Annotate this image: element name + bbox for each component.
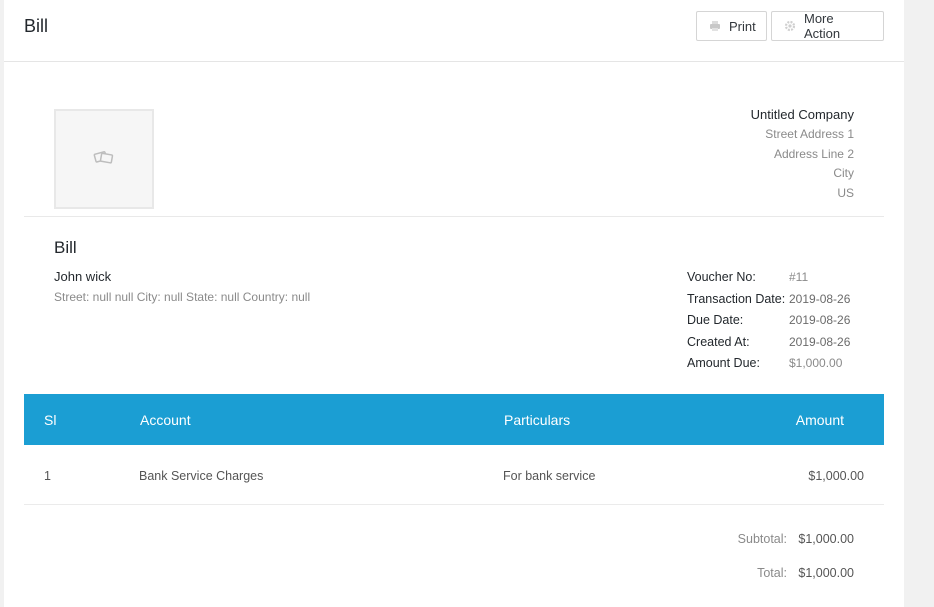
meta-label: Due Date: <box>687 313 744 328</box>
meta-label: Voucher No: <box>687 270 756 284</box>
meta-row-due-date: Due Date: 2019-08-26 <box>687 311 887 333</box>
company-name: Untitled Company <box>750 107 854 122</box>
meta-value: 2019-08-26 <box>789 291 851 306</box>
printer-icon <box>709 20 721 32</box>
total-row: Total: $1,000.00 <box>654 566 854 600</box>
company-info: Untitled Company Street Address 1 Addres… <box>751 105 854 203</box>
column-header-sl: Sl <box>44 412 57 428</box>
column-header-particulars: Particulars <box>504 412 571 428</box>
page-background <box>904 0 934 607</box>
company-country: US <box>837 185 854 200</box>
customer-name: John wick <box>54 269 112 284</box>
meta-value: #11 <box>789 270 809 284</box>
meta-row-voucher-no: Voucher No: #11 <box>687 268 887 290</box>
meta-label: Transaction Date: <box>687 291 786 306</box>
column-header-account: Account <box>140 412 191 428</box>
more-action-button-label: More Action <box>804 11 841 41</box>
more-action-button[interactable]: More Action <box>771 11 884 41</box>
company-city: City <box>833 166 854 180</box>
subtotal-label: Subtotal: <box>737 532 787 546</box>
meta-value: 2019-08-26 <box>789 313 851 328</box>
meta-row-created-at: Created At: 2019-08-26 <box>687 333 887 355</box>
page-title: Bill <box>24 16 49 36</box>
company-street: Street Address 1 <box>765 127 854 141</box>
customer-address: Street: null null City: null State: null… <box>54 290 311 304</box>
meta-value: $1,000.00 <box>789 356 843 371</box>
company-logo-placeholder <box>54 109 154 209</box>
cell-amount: $1,000.00 <box>808 469 864 483</box>
divider <box>24 216 884 217</box>
cell-sl: 1 <box>44 469 51 483</box>
column-header-amount: Amount <box>795 412 844 428</box>
total-label: Total: <box>757 566 787 580</box>
page-header: Bill Print More Action <box>4 0 904 62</box>
gear-icon <box>784 20 796 32</box>
meta-label: Created At: <box>687 334 750 349</box>
totals: Subtotal: $1,000.00 Total: $1,000.00 <box>654 532 854 600</box>
meta-label: Amount Due: <box>687 356 760 371</box>
cell-account: Bank Service Charges <box>139 469 264 483</box>
meta-value: 2019-08-26 <box>789 334 851 349</box>
table-row: 1 Bank Service Charges For bank service … <box>24 445 884 505</box>
company-address-line-2: Address Line 2 <box>773 146 854 161</box>
bill-meta: Voucher No: #11 Transaction Date: 2019-0… <box>687 268 887 376</box>
print-button[interactable]: Print <box>696 11 767 41</box>
total-value: $1,000.00 <box>798 566 854 580</box>
image-placeholder-icon <box>93 149 115 170</box>
meta-row-amount-due: Amount Due: $1,000.00 <box>687 354 887 376</box>
subtotal-value: $1,000.00 <box>798 532 854 546</box>
bill-panel: Bill Print More Action Untitled Company … <box>4 0 904 607</box>
meta-row-transaction-date: Transaction Date: 2019-08-26 <box>687 290 887 312</box>
subtotal-row: Subtotal: $1,000.00 <box>654 532 854 566</box>
bill-heading: Bill <box>54 238 77 257</box>
print-button-label: Print <box>729 18 756 34</box>
cell-particulars: For bank service <box>503 469 596 483</box>
table-header: Sl Account Particulars Amount <box>24 394 884 445</box>
